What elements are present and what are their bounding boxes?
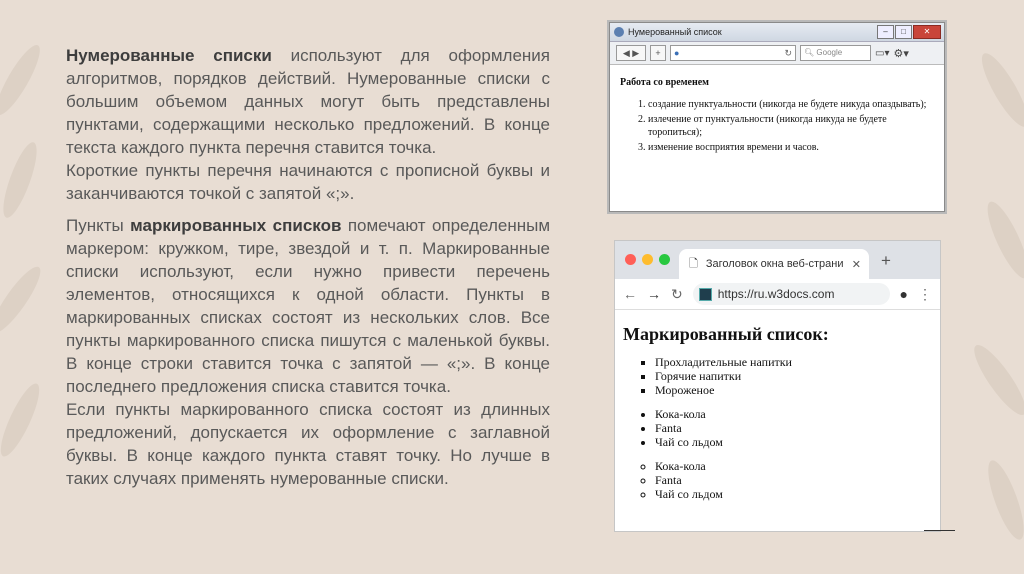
list-item: Кока-кола: [655, 407, 932, 421]
close-icon[interactable]: ✕: [913, 25, 941, 39]
long-items-paragraph: Если пункты маркированного списка состоя…: [66, 400, 550, 488]
minimize-dot-icon[interactable]: [642, 254, 653, 265]
profile-icon[interactable]: ●: [900, 286, 908, 302]
browser-toolbar: ◀ ▶ + ● ↻ 🔍︎ Google ▭▾ ⚙▾: [610, 42, 944, 65]
list-item: излечение от пунктуальности (никогда ник…: [648, 113, 934, 139]
list-item: Кока-кола: [655, 459, 932, 473]
reload-icon[interactable]: ↻: [671, 286, 683, 303]
address-bar[interactable]: ● ↻: [670, 45, 796, 61]
maximize-icon[interactable]: □: [895, 25, 912, 39]
forward-arrow-icon[interactable]: →: [647, 286, 661, 302]
list-item: Мороженое: [655, 383, 932, 397]
address-bar[interactable]: https://ru.w3docs.com: [692, 283, 890, 305]
page-content: Маркированный список: Прохладительные на…: [615, 310, 940, 525]
window-titlebar: Нумерованный список – □ ✕: [610, 23, 944, 42]
add-tab-icon[interactable]: +: [650, 45, 666, 61]
page-heading: Маркированный список:: [623, 324, 829, 344]
list-item: изменение восприятия времени и часов.: [648, 141, 934, 154]
globe-icon: ●: [674, 48, 680, 58]
navigation-bar: ← → ↻ https://ru.w3docs.com ● ⋮: [615, 279, 940, 310]
main-text: Нумерованные списки используют для оформ…: [66, 44, 550, 490]
window-title: Нумерованный список: [628, 27, 722, 37]
bulleted-lists-text: помечают определенным маркером: кружком,…: [66, 216, 551, 396]
disc-bullet-list: Кока-кола Fanta Чай со льдом: [623, 407, 932, 449]
tab-active[interactable]: 🗋 Заголовок окна веб-страницы ✕: [679, 249, 869, 279]
numbered-lists-term: Нумерованные списки: [66, 46, 272, 65]
list-item: создание пунктуальности (никогда не буде…: [648, 98, 934, 111]
bulleted-list-browser-screenshot: 🗋 Заголовок окна веб-страницы ✕ + ← → ↻ …: [614, 240, 941, 532]
close-tab-icon[interactable]: ✕: [852, 258, 861, 271]
page-content: Работа со временем создание пунктуальнос…: [610, 65, 944, 164]
reload-icon[interactable]: ↻: [784, 48, 792, 59]
page-menu-icon[interactable]: ▭▾: [875, 48, 889, 59]
search-input[interactable]: 🔍︎ Google: [800, 45, 871, 61]
browser-icon: [614, 27, 624, 37]
list-item: Fanta: [655, 473, 932, 487]
list-item: Чай со льдом: [655, 435, 932, 449]
site-favicon-icon: [698, 287, 712, 301]
minimize-icon[interactable]: –: [877, 25, 894, 39]
close-dot-icon[interactable]: [625, 254, 636, 265]
list-item: Горячие напитки: [655, 369, 932, 383]
short-items-paragraph: Короткие пункты перечня начинаются с про…: [66, 161, 550, 203]
circle-bullet-list: Кока-кола Fanta Чай со льдом: [623, 459, 932, 501]
gear-icon[interactable]: ⚙▾: [893, 47, 908, 60]
bulleted-lists-term: маркированных списков: [130, 216, 342, 235]
list-item: Чай со льдом: [655, 487, 932, 501]
bulleted-lists-lead: Пункты: [66, 216, 131, 235]
numbered-list: создание пунктуальности (никогда не буде…: [620, 98, 934, 154]
tab-title: Заголовок окна веб-страницы: [705, 258, 844, 270]
zoom-dot-icon[interactable]: [659, 254, 670, 265]
search-icon: 🔍︎: [804, 48, 815, 57]
back-forward-icon[interactable]: ◀ ▶: [616, 45, 646, 61]
document-icon: 🗋: [689, 257, 698, 270]
menu-dots-icon[interactable]: ⋮: [918, 286, 932, 303]
search-placeholder: Google: [816, 48, 843, 57]
numbered-list-browser-screenshot: Нумерованный список – □ ✕ ◀ ▶ + ● ↻ 🔍︎ G…: [609, 22, 945, 212]
bulleted-lists-paragraph: Пункты маркированных списков помечают оп…: [66, 214, 550, 398]
numbered-lists-paragraph: Нумерованные списки используют для оформ…: [66, 44, 550, 159]
list-item: Fanta: [655, 421, 932, 435]
divider-line: [924, 530, 955, 531]
slide: Нумерованные списки используют для оформ…: [0, 0, 1024, 574]
back-arrow-icon[interactable]: ←: [623, 286, 637, 302]
page-heading: Работа со временем: [620, 77, 709, 88]
window-controls: – □ ✕: [877, 25, 941, 39]
square-bullet-list: Прохладительные напитки Горячие напитки …: [623, 355, 932, 397]
list-item: Прохладительные напитки: [655, 355, 932, 369]
window-controls: [625, 254, 670, 265]
new-tab-icon[interactable]: +: [881, 251, 891, 271]
url-text: https://ru.w3docs.com: [717, 287, 835, 301]
tab-bar: 🗋 Заголовок окна веб-страницы ✕ +: [615, 241, 940, 279]
